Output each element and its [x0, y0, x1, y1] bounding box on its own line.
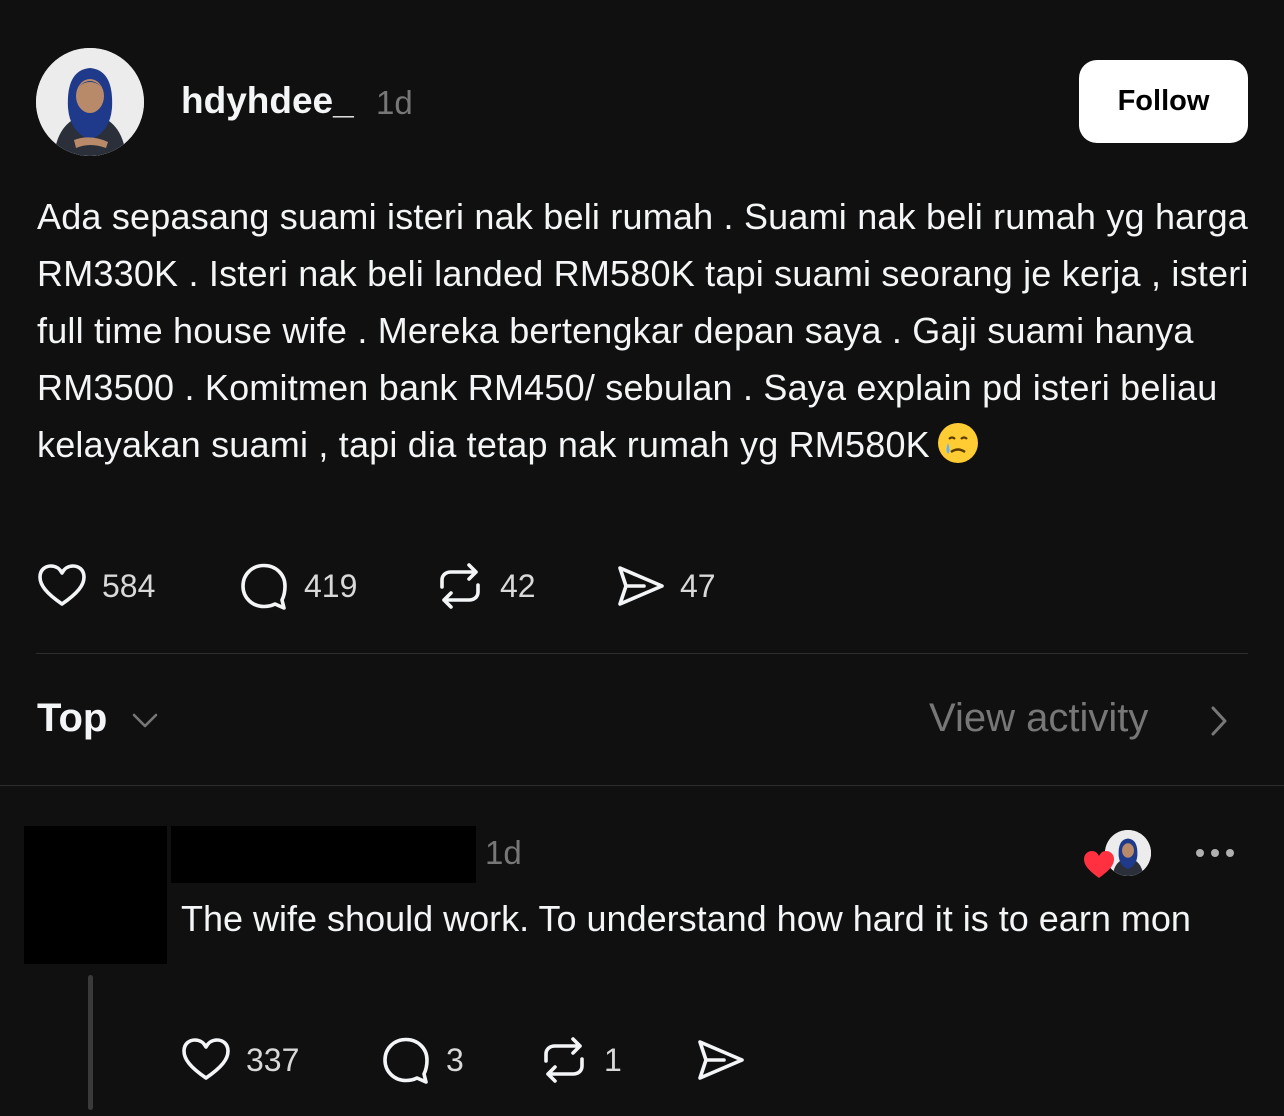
comment-button[interactable]: 419 — [238, 558, 357, 614]
reply-repost-count: 1 — [604, 1041, 622, 1078]
reply-text: The wife should work. To understand how … — [181, 898, 1191, 939]
share-button[interactable]: 47 — [614, 558, 716, 614]
comment-icon — [383, 1037, 429, 1084]
like-count: 584 — [102, 567, 156, 604]
reply-repost-button[interactable]: 1 — [538, 1032, 622, 1088]
reply-share-button[interactable] — [694, 1032, 746, 1088]
comment-count: 419 — [304, 567, 358, 604]
thread-line — [88, 975, 93, 1110]
reply-comment-count: 3 — [446, 1041, 464, 1078]
more-icon[interactable] — [1192, 842, 1238, 864]
post-divider — [36, 653, 1248, 654]
share-count: 47 — [680, 567, 716, 604]
share-icon — [618, 566, 664, 606]
reply-comment-button[interactable]: 3 — [380, 1032, 464, 1088]
reply-like-count: 337 — [246, 1041, 300, 1078]
follow-button[interactable]: Follow — [1079, 60, 1248, 143]
post-text: Ada sepasang suami isteri nak beli rumah… — [37, 188, 1252, 473]
username[interactable]: hdyhdee_ — [181, 80, 354, 122]
like-button[interactable]: 584 — [36, 558, 155, 614]
repost-icon — [544, 1037, 584, 1083]
repost-button[interactable]: 42 — [434, 558, 536, 614]
repost-count: 42 — [500, 567, 536, 604]
heart-icon — [38, 564, 86, 606]
chevron-down-icon[interactable] — [128, 706, 162, 736]
repost-icon — [440, 563, 480, 609]
comment-icon — [241, 563, 287, 610]
post-time: 1d — [376, 84, 413, 121]
heart-icon — [1084, 851, 1114, 878]
redacted-avatar — [24, 826, 167, 964]
avatar-image — [36, 48, 144, 156]
redacted-username — [171, 826, 476, 883]
view-activity-link[interactable]: View activity — [929, 696, 1148, 741]
reply-time: 1d — [485, 834, 522, 871]
crying-face-emoji — [937, 423, 978, 463]
heart-icon — [182, 1038, 230, 1080]
share-icon — [698, 1040, 744, 1080]
reply-like-button[interactable]: 337 — [180, 1032, 299, 1088]
section-divider — [0, 785, 1284, 786]
sort-label[interactable]: Top — [37, 696, 107, 741]
avatar[interactable] — [36, 48, 144, 156]
chevron-right-icon[interactable] — [1205, 702, 1233, 740]
post-text-content: Ada sepasang suami isteri nak beli rumah… — [37, 196, 1249, 465]
